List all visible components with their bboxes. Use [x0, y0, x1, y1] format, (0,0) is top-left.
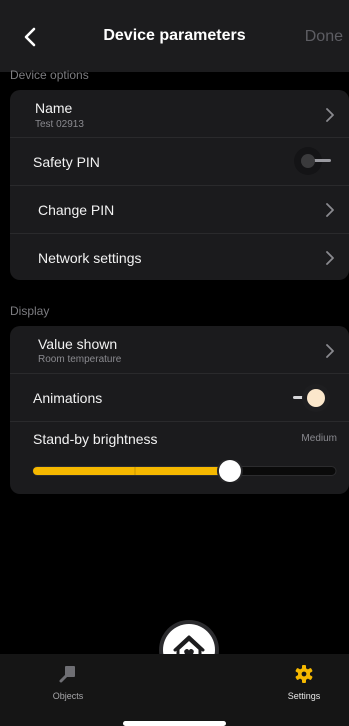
name-row[interactable]: Name Test 02913	[10, 90, 349, 138]
value-shown-label: Value shown	[38, 336, 118, 352]
chevron-right-icon	[326, 203, 334, 217]
top-bar: Device parameters Done	[0, 0, 349, 72]
animations-row: Animations	[10, 374, 349, 422]
home-indicator	[123, 721, 226, 726]
brightness-row: Stand-by brightness Medium	[10, 422, 349, 494]
nav-settings-label: Settings	[287, 691, 321, 701]
network-settings-label: Network settings	[38, 250, 142, 266]
animations-toggle[interactable]	[287, 383, 337, 413]
bottom-nav: Objects Settings	[0, 654, 349, 726]
safety-pin-toggle[interactable]	[287, 146, 337, 176]
value-shown-value: Room temperature	[38, 354, 122, 365]
change-pin-row[interactable]: Change PIN	[10, 186, 349, 234]
brightness-label: Stand-by brightness	[33, 431, 158, 447]
page-title: Device parameters	[103, 27, 246, 44]
section-label-display: Display	[10, 304, 50, 318]
done-button[interactable]: Done	[305, 28, 343, 46]
display-card: Value shown Room temperature Animations …	[10, 326, 349, 494]
safety-pin-label: Safety PIN	[33, 154, 100, 170]
brightness-slider[interactable]	[32, 460, 337, 482]
change-pin-label: Change PIN	[38, 202, 115, 218]
network-settings-row[interactable]: Network settings	[10, 234, 349, 280]
value-shown-row[interactable]: Value shown Room temperature	[10, 326, 349, 374]
chevron-right-icon	[326, 251, 334, 265]
name-value: Test 02913	[35, 119, 84, 130]
brightness-value: Medium	[301, 433, 337, 444]
chevron-right-icon	[326, 344, 334, 358]
section-label-device-options: Device options	[10, 68, 89, 82]
nav-objects-label: Objects	[52, 691, 84, 701]
animations-label: Animations	[33, 390, 103, 406]
nav-objects[interactable]: Objects	[48, 664, 88, 701]
chevron-right-icon	[326, 108, 334, 122]
name-label: Name	[35, 100, 73, 116]
safety-pin-row: Safety PIN	[10, 138, 349, 186]
objects-icon	[59, 666, 75, 683]
gear-icon	[295, 665, 313, 683]
device-options-card: Name Test 02913 Safety PIN Change PIN Ne…	[10, 90, 349, 280]
nav-settings[interactable]: Settings	[282, 664, 326, 701]
slider-knob	[218, 460, 241, 482]
slider-fill	[33, 467, 230, 475]
